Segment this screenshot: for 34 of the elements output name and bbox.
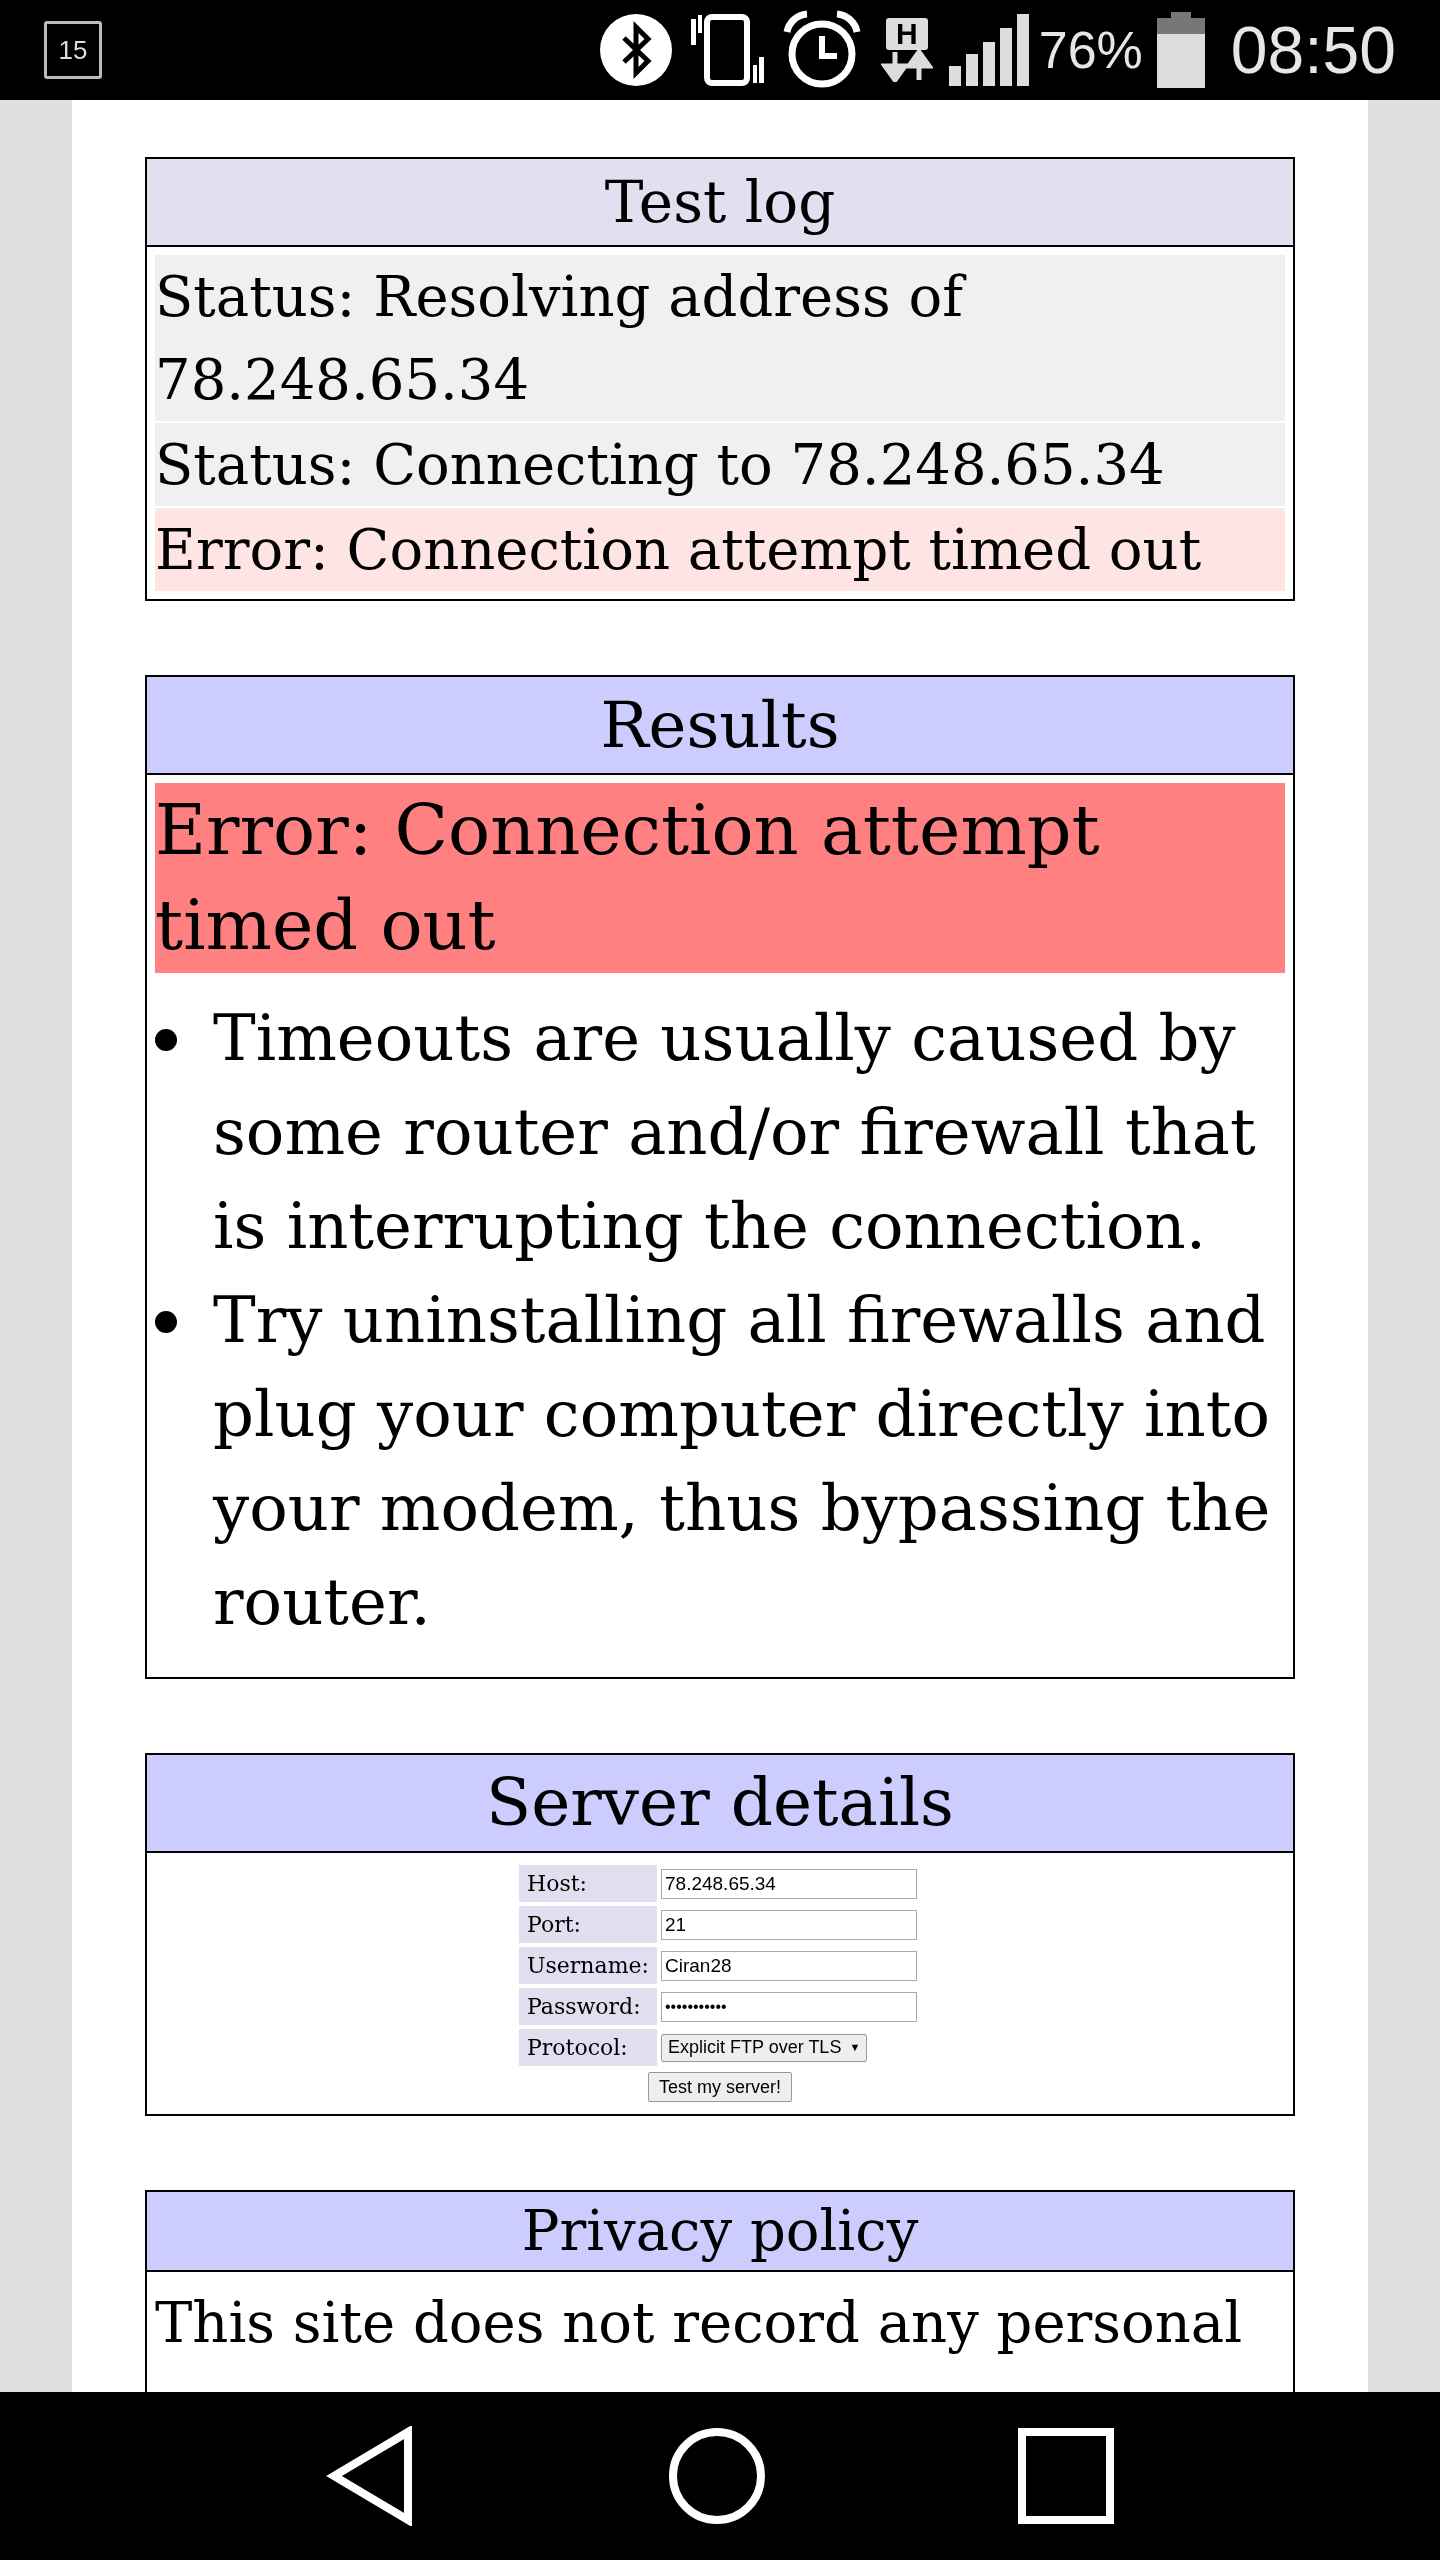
input-field[interactable]: Ciran28 — [661, 1950, 917, 1981]
test-server-button[interactable]: Test my server! — [648, 2072, 792, 2102]
error-message: Error: Connection attempt timed out — [155, 783, 1285, 973]
calendar-icon: 15 — [44, 21, 102, 79]
field-label: Protocol: — [519, 2029, 657, 2066]
field-label: Username: — [519, 1947, 657, 1984]
bullet-icon — [155, 1311, 177, 1333]
log-entry: Status: Connecting to 78.248.65.34 — [155, 423, 1285, 506]
signal-icon — [948, 14, 1029, 86]
input-field[interactable]: 78.248.65.34 — [661, 1868, 917, 1899]
recent-apps-icon[interactable] — [1018, 2428, 1114, 2524]
policy-text: This site does not record any personal — [155, 2289, 1244, 2357]
tip-text: Try uninstalling all firewalls and plug your computer directly into your modem, thus bypassing the router. — [213, 1282, 1272, 1641]
clock: 08:50 — [1230, 11, 1396, 89]
battery-icon — [1156, 12, 1205, 88]
protocol-dropdown[interactable]: Explicit FTP over TLS ▼ — [661, 2033, 868, 2062]
bullet-icon — [155, 1029, 177, 1051]
input-field[interactable]: 21 — [661, 1909, 917, 1940]
field-label: Password: — [519, 1988, 657, 2025]
tip-text: Timeouts are usually caused by some router and/or firewall that is interrupting the connection. — [213, 1000, 1257, 1265]
section-header: Privacy policy — [147, 2192, 1293, 2272]
home-icon[interactable] — [668, 2427, 766, 2525]
log-entry: Error: Connection attempt timed out — [155, 508, 1285, 591]
section-header: Test log — [147, 159, 1293, 247]
bluetooth-icon — [598, 13, 673, 87]
field-label: Host: — [519, 1865, 657, 1902]
field-label: Port: — [519, 1906, 657, 1943]
log-entry: Status: Resolving address of 78.248.65.34 — [155, 255, 1285, 421]
section-header: Results — [147, 677, 1293, 775]
network-type-label: H — [885, 18, 928, 50]
data-arrows-icon — [880, 50, 933, 82]
section-header: Server details — [147, 1755, 1293, 1853]
battery-percentage: 76% — [1038, 20, 1143, 81]
password-field[interactable]: ••••••••••• — [661, 1991, 917, 2022]
